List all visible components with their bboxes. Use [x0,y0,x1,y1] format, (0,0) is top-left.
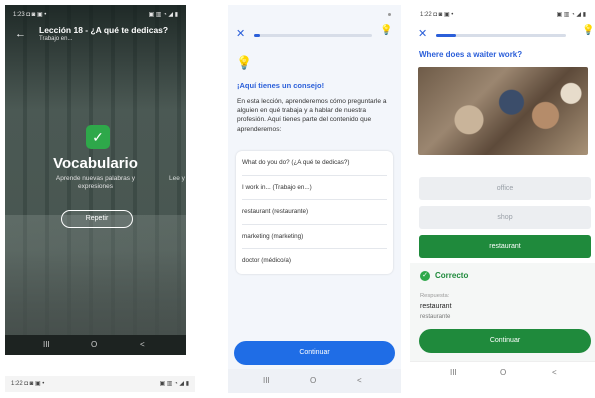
option-button-restaurant[interactable]: restaurant [419,235,591,258]
lightbulb-icon[interactable]: 💡 [582,25,594,36]
progress-bar [436,34,566,37]
lightbulb-large-icon: 💡 [236,55,253,70]
result-title: Correcto [435,271,469,280]
section-subtitle: Aprende nuevas palabras y expresiones [55,175,136,190]
phone-tip-screen: ✕ 💡 💡 ¡Aquí tienes un consejo! En esta l… [228,5,401,393]
status-time: 1:22 ◘ ◙ ▣ • [420,12,454,18]
recents-icon[interactable]: III [43,340,50,349]
android-nav-bar: III O < [228,369,401,393]
status-icons: ▣ ▥ ◔ ◢ ▮ [159,381,189,387]
home-icon[interactable]: O [500,368,506,377]
option-button-shop[interactable]: shop [419,206,591,229]
background-floor [5,215,186,335]
recents-icon[interactable]: III [450,368,457,377]
android-nav-bar: III O < [5,335,186,355]
close-icon[interactable]: ✕ [236,27,245,40]
progress-fill [436,34,456,37]
restaurant-photo [418,67,588,155]
option-button-office[interactable]: office [419,177,591,200]
answer-label: Respuesta: [420,293,450,299]
check-icon: ✓ [86,125,110,149]
close-icon[interactable]: ✕ [418,27,427,40]
status-icons: ▣ ▥ ◔ ◢ ▮ [148,12,178,18]
progress-bar [254,34,372,37]
back-icon[interactable]: < [140,340,145,349]
section-title: Vocabulario [53,155,138,172]
back-icon[interactable]: < [552,368,557,377]
android-nav-bar: III O < [410,361,595,383]
list-item: doctor (médico/a) [242,257,291,265]
continue-button[interactable]: Continuar [234,341,395,365]
question-text: Where does a waiter work? [419,50,523,59]
camera-dot [388,13,391,16]
back-icon[interactable]: < [357,376,362,385]
status-bar: 1:22 ◘ ◙ ▣ • ▣ ▥ ◔ ◢ ▮ [5,376,195,392]
answer-text: restaurant [420,303,452,310]
next-card-peek: Lee y [169,175,185,182]
check-circle-icon: ✓ [420,271,430,281]
phone-vocabulary-screen: 1:23 ◘ ◙ ▣ • ▣ ▥ ◔ ◢ ▮ ← Lección 18 - ¿A… [5,5,186,355]
vocab-list: What do you do? (¿A qué te dedicas?) I w… [236,151,393,274]
tip-body: En esta lección, aprenderemos cómo pregu… [237,98,387,133]
home-icon[interactable]: O [91,340,97,349]
list-item: I work in... (Trabajo en...) [242,176,387,201]
list-item: restaurant (restaurante) [242,200,387,225]
status-time: 1:23 ◘ ◙ ▣ • [13,12,47,18]
lesson-title: Lección 18 - ¿A qué te dedicas? [39,25,169,35]
home-icon[interactable]: O [310,376,316,385]
status-time: 1:22 ◘ ◙ ▣ • [11,381,45,387]
recents-icon[interactable]: III [263,376,270,385]
list-item: What do you do? (¿A qué te dedicas?) [242,151,387,176]
phone-quiz-screen: 1:22 ◘ ◙ ▣ • ▣ ▥ ◔ ◢ ▮ ✕ 💡 Where does a … [410,5,595,383]
status-icons: ▣ ▥ ◔ ◢ ▮ [556,12,586,18]
list-item: marketing (marketing) [242,225,387,250]
progress-fill [254,34,260,37]
tip-title: ¡Aquí tienes un consejo! [237,81,325,90]
continue-button[interactable]: Continuar [419,329,591,353]
answer-translation: restaurante [420,314,451,320]
lesson-subtitle: Trabajo en... [39,36,73,42]
arrow-left-icon[interactable]: ← [15,28,26,40]
repeat-button[interactable]: Repetir [61,210,133,228]
lightbulb-icon[interactable]: 💡 [380,25,392,36]
